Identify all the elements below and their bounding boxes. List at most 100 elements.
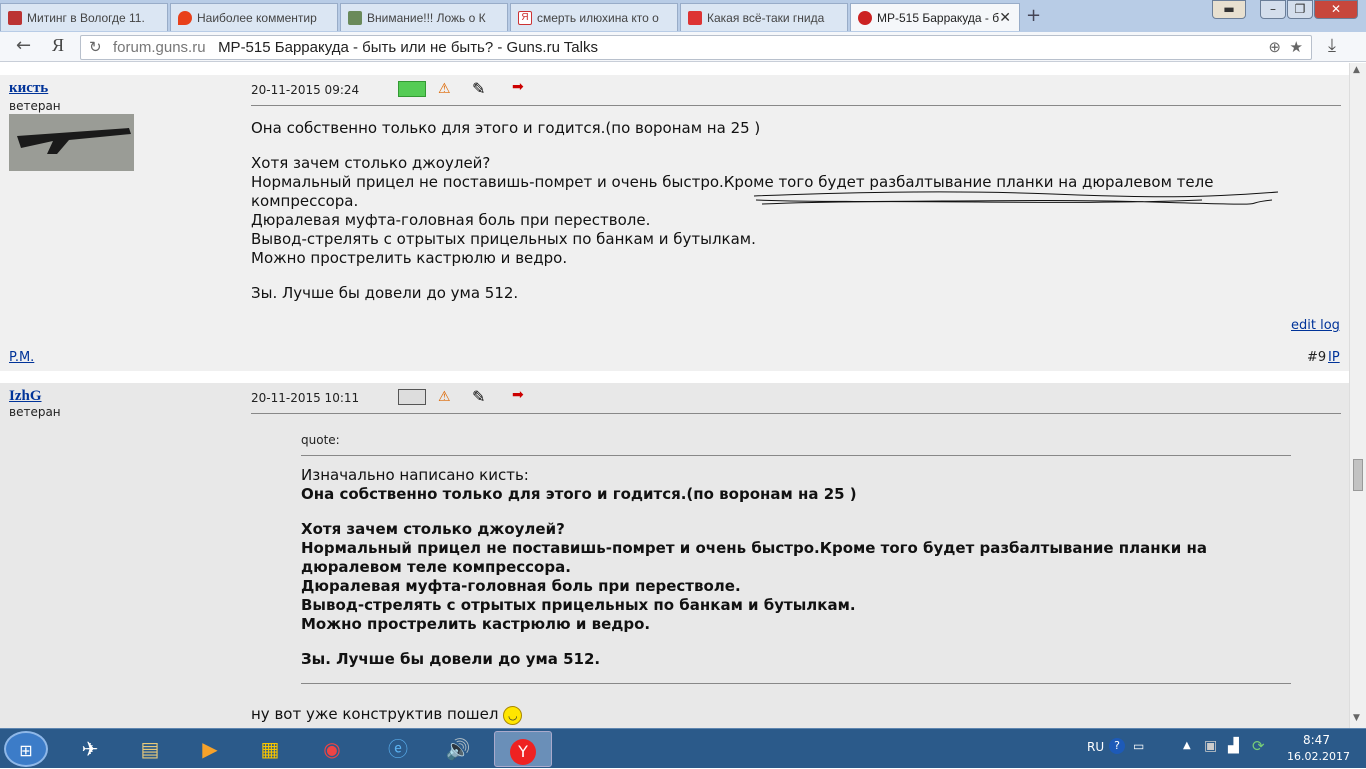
yandex-icon: Я xyxy=(518,11,532,25)
fire-icon xyxy=(178,11,192,25)
scroll-down-icon[interactable]: ▼ xyxy=(1353,713,1360,723)
tab-label: МР-515 Барракуда - б xyxy=(877,11,1000,25)
tab-4[interactable]: Я смерть илюхина кто о xyxy=(510,3,678,31)
new-tab-button[interactable]: + xyxy=(1026,5,1041,26)
back-arrow-icon[interactable]: ← xyxy=(16,35,31,56)
tab-5[interactable]: Какая всё-таки гнида xyxy=(680,3,848,31)
keyboard-icon[interactable]: ▭ xyxy=(1133,739,1144,753)
edit-icon[interactable]: ✎ xyxy=(472,387,494,406)
quote-intro: Изначально написано кисть: xyxy=(301,466,529,484)
chrome-icon[interactable]: ◉ xyxy=(306,731,358,767)
tab-label: Какая всё-таки гнида xyxy=(707,11,825,25)
folder-icon[interactable]: ▤ xyxy=(124,731,176,767)
clock-date[interactable]: 16.02.2017 xyxy=(1287,750,1350,763)
quote-paragraph: Зы. Лучше бы довели до ума 512. xyxy=(301,650,1291,669)
post-paragraph: Зы. Лучше бы довели до ума 512. xyxy=(251,284,1331,303)
address-bar[interactable]: ↻ forum.guns.ru МР-515 Барракуда - быть … xyxy=(80,35,1312,60)
post-line: Хотя зачем столько джоулей? xyxy=(251,154,491,172)
quote-paragraph: Хотя зачем столько джоулей? Нормальный п… xyxy=(301,520,1291,634)
media-player-icon[interactable]: ▶ xyxy=(184,731,236,767)
edit-icon[interactable]: ✎ xyxy=(472,79,494,98)
battery-icon[interactable]: ⟳ xyxy=(1252,737,1265,755)
tab-2[interactable]: Наиболее комментир xyxy=(170,3,338,31)
tab-active[interactable]: МР-515 Барракуда - б ✕ xyxy=(850,3,1020,31)
scrollbar[interactable]: ▲ ▼ xyxy=(1349,63,1366,728)
post-author-rank: ветеран xyxy=(9,405,61,419)
quote-line: Можно прострелить кастрюлю и ведро. xyxy=(301,615,651,633)
tab-label: смерть илюхина кто о xyxy=(537,11,659,25)
tab-favicon-icon xyxy=(688,11,702,25)
close-window-icon[interactable]: ✕ xyxy=(1314,0,1358,19)
post-line: ну вот уже конструктив пошел xyxy=(251,705,499,723)
tab-favicon-icon xyxy=(348,11,362,25)
zoom-icon[interactable]: ⊕ xyxy=(1268,38,1281,56)
post-body: ну вот уже конструктив пошел ◡ xyxy=(251,705,523,725)
post-author[interactable]: кисть xyxy=(9,80,48,97)
post-paragraph: Она собственно только для этого и годитс… xyxy=(251,119,1331,138)
network-icon[interactable]: ▣ xyxy=(1204,738,1217,754)
post-date: 20-11-2015 10:11 xyxy=(251,391,360,405)
quote-divider xyxy=(301,455,1291,456)
clock-time[interactable]: 8:47 xyxy=(1303,733,1330,747)
taskbar-app-icon[interactable]: ✈ xyxy=(64,731,116,767)
smiley-icon: ◡ xyxy=(503,706,523,725)
help-icon[interactable]: ? xyxy=(1109,738,1125,754)
warning-icon[interactable]: ⚠ xyxy=(438,389,454,405)
ip-link[interactable]: IP xyxy=(1328,350,1340,365)
close-tab-icon[interactable]: ✕ xyxy=(999,9,1011,26)
post-line: компрессора. xyxy=(251,192,359,210)
tab-1[interactable]: Митинг в Вологде 11. xyxy=(0,3,168,31)
reply-icon[interactable]: ➡ xyxy=(512,387,534,403)
divider xyxy=(251,105,1341,106)
post-line: Дюралевая муфта-головная боль при перест… xyxy=(251,211,651,229)
divider xyxy=(251,413,1341,414)
internet-explorer-icon[interactable]: ⓔ xyxy=(372,731,424,767)
tray-arrow-icon[interactable]: ▲ xyxy=(1183,740,1191,751)
profile-icon[interactable] xyxy=(398,389,426,405)
quote-line: дюралевом теле компрессора. xyxy=(301,558,571,576)
scrollbar-thumb[interactable] xyxy=(1353,459,1363,491)
tab-label: Наиболее комментир xyxy=(197,11,317,25)
warning-icon[interactable]: ⚠ xyxy=(438,81,454,97)
signal-icon[interactable]: ▟ xyxy=(1228,738,1239,754)
profile-icon[interactable] xyxy=(398,81,426,97)
guns-ru-icon xyxy=(858,11,872,25)
speaker-icon[interactable]: 🔊 xyxy=(432,731,484,767)
edit-log-link[interactable]: edit log xyxy=(1291,318,1340,333)
refresh-icon[interactable]: ↻ xyxy=(89,38,102,56)
post-paragraph: Хотя зачем столько джоулей? Нормальный п… xyxy=(251,154,1331,268)
tab-3[interactable]: Внимание!!! Ложь о К xyxy=(340,3,508,31)
url-title: МР-515 Барракуда - быть или не быть? - G… xyxy=(218,39,598,56)
tab-bar: Митинг в Вологде 11. Наиболее комментир … xyxy=(0,0,1366,32)
quote-line: Хотя зачем столько джоулей? xyxy=(301,520,565,538)
menu-icon[interactable]: ▬ xyxy=(1212,0,1246,19)
forum-post: кисть ветеран 20-11-2015 09:24 ⚠ ✎ ➡ Она… xyxy=(0,75,1349,371)
quote-line: Она собственно только для этого и годитс… xyxy=(301,485,857,503)
pm-link[interactable]: P.M. xyxy=(9,350,34,365)
language-indicator[interactable]: RU xyxy=(1087,740,1104,754)
yandex-browser-taskbar[interactable]: Y xyxy=(494,731,552,767)
post-author-rank: ветеран xyxy=(9,99,61,113)
tab-favicon-icon xyxy=(8,11,22,25)
post-author[interactable]: IzhG xyxy=(9,388,42,405)
post-line: Можно прострелить кастрюлю и ведро. xyxy=(251,249,568,267)
quote-line: Зы. Лучше бы довели до ума 512. xyxy=(301,650,601,668)
maximize-icon[interactable]: ❐ xyxy=(1287,0,1313,19)
download-icon[interactable]: ⤓ xyxy=(1328,35,1336,56)
apps-icon[interactable]: ▦ xyxy=(244,731,296,767)
star-icon[interactable]: ★ xyxy=(1290,38,1303,56)
scroll-up-icon[interactable]: ▲ xyxy=(1353,65,1360,75)
post-body: Она собственно только для этого и годитс… xyxy=(251,119,1331,319)
handwritten-strikethrough xyxy=(753,191,1279,205)
post-line: Зы. Лучше бы довели до ума 512. xyxy=(251,284,519,302)
reply-icon[interactable]: ➡ xyxy=(512,79,534,95)
post-date: 20-11-2015 09:24 xyxy=(251,83,360,97)
rifle-image xyxy=(9,114,134,171)
yandex-logo[interactable]: Я xyxy=(52,35,64,56)
minimize-icon[interactable]: – xyxy=(1260,0,1286,19)
start-button[interactable]: ⊞ xyxy=(4,731,48,767)
tab-label: Митинг в Вологде 11. xyxy=(27,11,145,25)
quote-block: quote: Изначально написано кисть: Она со… xyxy=(301,433,1291,684)
navigation-bar: ← Я ↻ forum.guns.ru МР-515 Барракуда - б… xyxy=(0,32,1366,62)
url-domain: forum.guns.ru xyxy=(113,39,206,56)
